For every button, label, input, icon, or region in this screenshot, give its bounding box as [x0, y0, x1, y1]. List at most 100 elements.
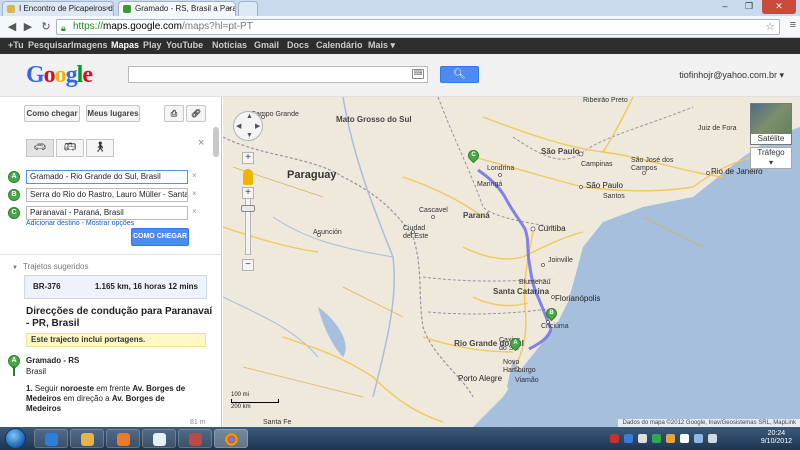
browser-tab-maps[interactable]: Gramado - RS, Brasil a Para × — [118, 1, 236, 16]
transit-mode-icon[interactable]: 🚌︎ — [56, 139, 84, 157]
map-canvas[interactable]: Mato Grosso do Sul Paraguay Paraná Santa… — [223, 97, 800, 427]
taskbar-app[interactable] — [178, 429, 212, 448]
taskbar-explorer[interactable] — [70, 429, 104, 448]
user-account[interactable]: tiofinhojr@yahoo.com.br ▾ — [679, 70, 784, 81]
zoom-slider-handle[interactable] — [241, 205, 255, 212]
taskbar-clock[interactable]: 20:24 9/10/2012 — [761, 430, 792, 446]
label-porto-alegre: Porto Alegre — [458, 374, 503, 383]
gbar-plus[interactable]: +Tu — [8, 40, 24, 50]
gbar-docs[interactable]: Docs — [287, 40, 309, 50]
minimize-icon[interactable]: – — [714, 0, 736, 14]
maximize-icon[interactable]: ❐ — [738, 0, 760, 14]
gbar-maps[interactable]: Mapas — [111, 40, 139, 50]
get-directions-button[interactable]: Como chegar — [24, 105, 80, 122]
security-tray-icon[interactable] — [652, 434, 661, 443]
gbar-news[interactable]: Notícias — [212, 40, 247, 50]
browser-tab-strip: I Encontro de Picapeiros d × Gramado - R… — [0, 0, 800, 16]
waypoint-c-input[interactable]: Paranavaí - Paraná, Brasil — [26, 206, 188, 220]
keyboard-icon[interactable]: ⌨ — [412, 69, 424, 79]
system-tray: 20:24 9/10/2012 — [570, 427, 800, 450]
gbar-search[interactable]: Pesquisar — [28, 40, 71, 50]
remove-waypoint-icon[interactable]: × — [192, 207, 197, 216]
adobe-tray-icon[interactable] — [610, 434, 619, 443]
gbar-images[interactable]: Imagens — [71, 40, 108, 50]
link-icon[interactable]: 🔗︎ — [186, 105, 206, 122]
map-copyright[interactable]: Dados do mapa ©2012 Google, Inav/Geosist… — [618, 419, 800, 427]
label-blumenau: Blumenau — [519, 279, 551, 286]
suggested-routes-heading[interactable]: ▼ Trajetos sugeridos — [12, 262, 88, 271]
label-joinville: Joinville — [548, 257, 573, 264]
satellite-toggle[interactable]: Satélite — [750, 103, 792, 145]
waypoint-b-input[interactable]: Serra do Rio do Rastro, Lauro Müller - S… — [26, 188, 188, 202]
gbar-gmail[interactable]: Gmail — [254, 40, 279, 50]
my-places-button[interactable]: Meus lugares — [86, 105, 140, 122]
address-bar[interactable]: 🔒︎ https://maps.google.com/maps?hl=pt-PT… — [56, 19, 780, 35]
car-mode-icon[interactable]: 🚗︎ — [26, 139, 54, 157]
waypoint-a-input[interactable]: Gramado - Rio Grande do Sul, Brasil — [26, 170, 188, 184]
print-icon[interactable]: ⎙ — [164, 105, 184, 122]
start-button[interactable] — [5, 428, 26, 449]
label-maringa: Maringá — [477, 181, 503, 188]
search-icon: 🔍︎ — [453, 69, 466, 80]
network-tray-icon[interactable] — [624, 434, 633, 443]
add-destination-links[interactable]: Adicionar destino - Mostrar opções — [26, 220, 134, 227]
label-santa-catarina: Santa Catarina — [493, 287, 550, 296]
browser-toolbar: ◀ ▶ ↻ 🔒︎ https://maps.google.com/maps?hl… — [0, 16, 800, 38]
new-tab-button[interactable] — [238, 1, 258, 16]
traffic-toggle[interactable]: Tráfego ▾ — [750, 147, 792, 169]
origin-country: Brasil — [26, 367, 47, 376]
zoom-in-button[interactable]: + — [242, 187, 254, 199]
zoom-slider-track[interactable] — [245, 195, 251, 255]
taskbar-ie[interactable] — [34, 429, 68, 448]
close-directions-icon[interactable]: × — [198, 137, 204, 149]
reload-icon[interactable]: ↻ — [38, 19, 54, 35]
search-button[interactable]: 🔍︎ — [440, 66, 479, 83]
windows-taskbar: 20:24 9/10/2012 — [0, 427, 800, 450]
taskbar-hp[interactable] — [142, 429, 176, 448]
walking-mode-icon[interactable]: 🚶︎ — [86, 139, 114, 157]
panel-scrollbar[interactable] — [213, 127, 219, 157]
remove-waypoint-icon[interactable]: × — [192, 189, 197, 198]
wrench-menu-icon[interactable]: ≡ — [790, 19, 796, 31]
direction-step[interactable]: 1. Seguir noroeste em frente Av. Borges … — [26, 384, 196, 414]
label-ciudad-del-este: Ciudad del Este — [403, 225, 429, 240]
sound-tray-icon[interactable] — [638, 434, 647, 443]
label-santos: Santos — [603, 193, 625, 200]
label-sao-paulo-city: São Paulo — [586, 181, 623, 190]
label-florianopolis: Florianópolis — [555, 294, 601, 303]
flag-tray-icon[interactable] — [666, 434, 675, 443]
wifi-tray-icon[interactable] — [694, 434, 703, 443]
battery-tray-icon[interactable] — [708, 434, 717, 443]
gbar-calendar[interactable]: Calendário — [316, 40, 363, 50]
zoom-in-button[interactable]: + — [242, 152, 254, 164]
back-arrow-icon[interactable]: ◀ — [4, 19, 20, 35]
waypoint-b-marker: B — [8, 189, 20, 201]
google-logo[interactable]: Google — [26, 62, 93, 89]
gbar-more[interactable]: Mais ▾ — [368, 40, 395, 51]
gbar-play[interactable]: Play — [143, 40, 162, 50]
maps-search-input[interactable]: ⌨ — [128, 66, 428, 83]
gbar-youtube[interactable]: YouTube — [166, 40, 203, 50]
street-view-pegman-icon[interactable] — [243, 169, 253, 185]
taskbar-media[interactable] — [106, 429, 140, 448]
label-parana: Paraná — [463, 211, 490, 220]
label-mato-grosso: Mato Grosso do Sul — [336, 115, 412, 124]
get-directions-submit-button[interactable]: COMO CHEGAR — [131, 228, 189, 246]
map-scale: 100 mi 200 km — [231, 392, 279, 410]
taskbar-chrome[interactable] — [214, 429, 248, 448]
forward-arrow-icon[interactable]: ▶ — [20, 19, 36, 35]
step-distance: 81 m — [190, 419, 206, 426]
suggested-route-item[interactable]: BR-376 1.165 km, 16 horas 12 mins — [24, 275, 207, 299]
maps-favicon-icon — [123, 5, 131, 13]
label-novo-hamburgo: Novo Hamburgo — [503, 359, 536, 374]
close-tab-icon[interactable]: × — [227, 2, 232, 15]
window-close-icon[interactable]: ✕ — [762, 0, 796, 14]
close-tab-icon[interactable]: × — [105, 2, 110, 15]
bookmark-star-icon[interactable]: ☆ — [765, 20, 775, 34]
remove-waypoint-icon[interactable]: × — [192, 171, 197, 180]
speaker-tray-icon[interactable] — [680, 434, 689, 443]
zoom-out-button[interactable]: − — [242, 259, 254, 271]
pan-control[interactable]: ▲ ▼ ◀ ▶ — [233, 111, 263, 141]
label-santa-fe: Santa Fe — [263, 419, 292, 426]
browser-tab-picapeiros[interactable]: I Encontro de Picapeiros d × — [2, 1, 114, 16]
